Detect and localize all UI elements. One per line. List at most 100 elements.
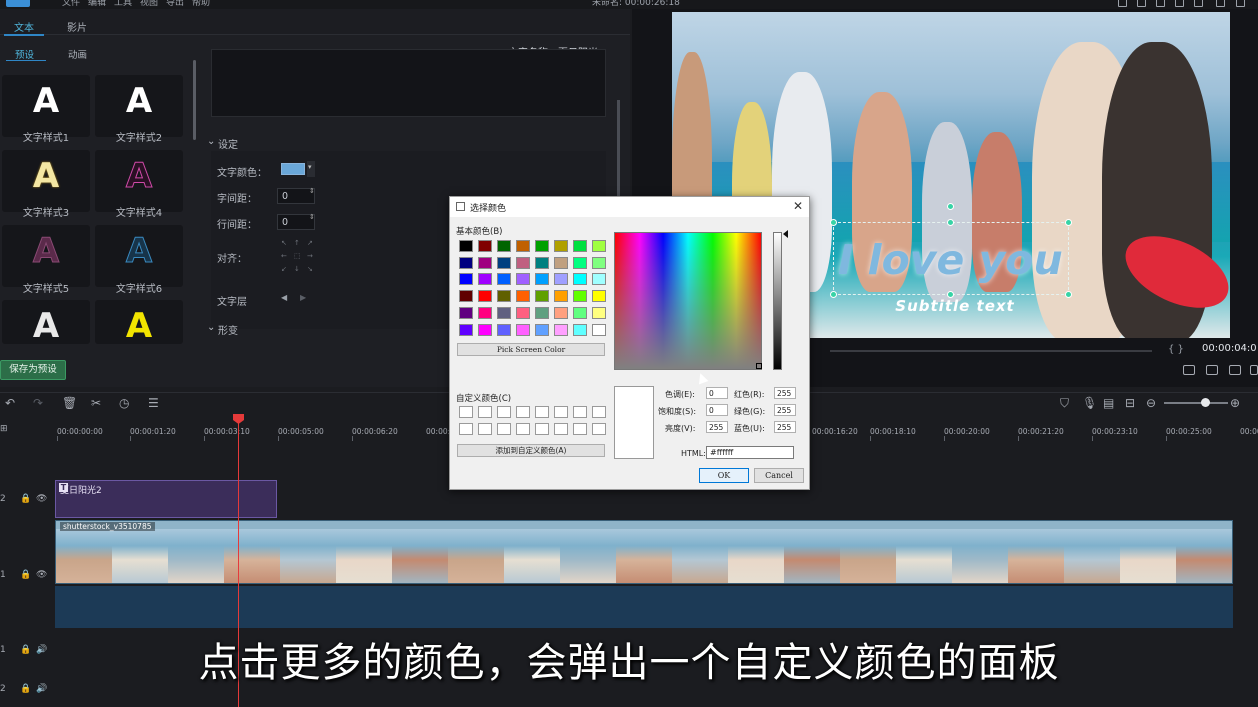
custom-color-swatch[interactable] xyxy=(535,423,549,435)
basic-color-swatch[interactable] xyxy=(535,240,549,252)
basic-color-swatch[interactable] xyxy=(573,290,587,303)
video-audio-band[interactable] xyxy=(55,586,1233,628)
custom-color-swatch[interactable] xyxy=(573,423,587,435)
delete-icon[interactable]: 🗑 xyxy=(62,396,77,410)
mark-brackets[interactable]: { } xyxy=(1168,344,1184,355)
basic-color-swatch[interactable] xyxy=(535,290,549,303)
microphone-icon[interactable]: 🎙 xyxy=(1082,396,1097,410)
basic-color-swatch[interactable] xyxy=(459,306,473,319)
menu-tools[interactable]: 工具 xyxy=(114,0,132,8)
minimize-icon[interactable] xyxy=(1216,0,1225,7)
custom-color-swatch[interactable] xyxy=(459,423,473,435)
basic-color-swatch[interactable] xyxy=(516,240,530,252)
basic-color-swatch[interactable] xyxy=(516,256,530,269)
basic-color-swatch[interactable] xyxy=(592,273,606,286)
basic-color-swatch[interactable] xyxy=(554,256,568,269)
basic-color-swatch[interactable] xyxy=(554,240,568,252)
marker-icon[interactable]: ⛉ xyxy=(1060,396,1069,411)
basic-color-swatch[interactable] xyxy=(535,306,549,319)
basic-color-swatch[interactable] xyxy=(554,290,568,303)
hue-input[interactable]: 0 xyxy=(706,387,728,399)
resize-handle[interactable] xyxy=(830,291,837,298)
custom-color-swatch[interactable] xyxy=(554,423,568,435)
custom-color-swatch[interactable] xyxy=(592,423,606,435)
style-card-2[interactable]: A xyxy=(95,75,183,137)
basic-color-swatch[interactable] xyxy=(535,256,549,269)
basic-color-swatch[interactable] xyxy=(497,240,511,252)
basic-color-swatch[interactable] xyxy=(497,256,511,269)
basic-color-swatch[interactable] xyxy=(497,306,511,319)
fit-icon[interactable]: ⊟ xyxy=(1125,396,1135,410)
menu-edit[interactable]: 编辑 xyxy=(88,0,106,8)
menu-view[interactable]: 视图 xyxy=(140,0,158,8)
basic-color-swatch[interactable] xyxy=(459,273,473,286)
align-arrow-icon[interactable]: ↗ xyxy=(307,239,313,247)
style-card-4[interactable]: A xyxy=(95,150,183,212)
video-clip[interactable]: shutterstock_v3510785 xyxy=(55,520,1233,584)
close-window-icon[interactable] xyxy=(1236,0,1245,7)
custom-color-swatch[interactable] xyxy=(554,406,568,418)
zoom-slider-thumb[interactable] xyxy=(1201,398,1210,407)
custom-color-swatch[interactable] xyxy=(478,406,492,418)
resize-handle[interactable] xyxy=(830,219,837,226)
style-card-5[interactable]: A xyxy=(2,225,90,287)
custom-color-swatch[interactable] xyxy=(497,406,511,418)
stepper-icon[interactable]: ⇕ xyxy=(309,187,315,195)
zoom-out-icon[interactable]: ⊖ xyxy=(1146,396,1156,410)
save-preset-button[interactable]: 保存为预设 xyxy=(0,360,66,380)
color-spectrum[interactable] xyxy=(614,232,762,370)
resize-handle[interactable] xyxy=(1065,291,1072,298)
eye-icon[interactable]: 👁 xyxy=(36,570,47,580)
tab-movie[interactable]: 影片 xyxy=(67,19,87,34)
stepper-icon[interactable]: ⇕ xyxy=(309,213,315,221)
align-arrow-icon[interactable]: ↑ xyxy=(294,239,300,247)
cut-icon[interactable]: ✂ xyxy=(91,396,101,410)
dialog-titlebar[interactable]: 选择颜色 ✕ xyxy=(450,197,809,217)
basic-color-swatch[interactable] xyxy=(554,323,568,336)
zoom-in-icon[interactable]: ⊕ xyxy=(1230,396,1240,410)
ok-button[interactable]: OK xyxy=(699,468,749,483)
zoom-slider[interactable] xyxy=(1164,402,1228,404)
basic-color-swatch[interactable] xyxy=(592,256,606,269)
basic-color-swatch[interactable] xyxy=(516,290,530,303)
custom-color-swatch[interactable] xyxy=(459,406,473,418)
undo-icon[interactable]: ↶ xyxy=(5,396,15,410)
account-icon[interactable] xyxy=(1118,0,1127,7)
color-dropdown-button[interactable]: ▾ xyxy=(307,161,315,177)
align-arrow-icon[interactable]: ↓ xyxy=(294,265,300,273)
luminance-arrow[interactable] xyxy=(783,230,788,238)
basic-color-swatch[interactable] xyxy=(573,256,587,269)
basic-color-swatch[interactable] xyxy=(459,323,473,336)
text-clip[interactable]: 夏日阳光2 T xyxy=(55,480,277,518)
cart-icon[interactable] xyxy=(1137,0,1146,7)
custom-color-swatch[interactable] xyxy=(516,423,530,435)
headline-text[interactable]: I love you xyxy=(838,236,1068,284)
basic-color-swatch[interactable] xyxy=(573,273,587,286)
red-input[interactable]: 255 xyxy=(774,387,796,399)
basic-color-swatch[interactable] xyxy=(478,256,492,269)
subtab-animation[interactable]: 动画 xyxy=(68,47,87,61)
basic-color-swatch[interactable] xyxy=(516,323,530,336)
style-card-3[interactable]: A xyxy=(2,150,90,212)
gift-icon[interactable] xyxy=(1156,0,1165,7)
close-icon[interactable]: ✕ xyxy=(793,199,803,213)
align-arrow-icon[interactable]: ↖ xyxy=(281,239,287,247)
basic-color-swatch[interactable] xyxy=(497,290,511,303)
basic-color-swatch[interactable] xyxy=(554,306,568,319)
display-icon[interactable] xyxy=(1183,365,1195,375)
spectrum-crosshair[interactable] xyxy=(756,363,762,369)
lock-icon[interactable]: 🔒 xyxy=(20,494,31,504)
custom-color-swatch[interactable] xyxy=(573,406,587,418)
basic-color-swatch[interactable] xyxy=(497,323,511,336)
basic-color-swatch[interactable] xyxy=(478,290,492,303)
preview-progress-bar[interactable] xyxy=(830,350,1152,352)
align-arrow-icon[interactable]: ↙ xyxy=(281,265,287,273)
basic-color-swatch[interactable] xyxy=(592,240,606,252)
menu-file[interactable]: 文件 xyxy=(62,0,80,8)
message-icon[interactable] xyxy=(1175,0,1184,7)
basic-color-swatch[interactable] xyxy=(535,273,549,286)
blue-input[interactable]: 255 xyxy=(774,421,796,433)
html-input[interactable]: #ffffff xyxy=(706,446,794,459)
subtab-preset[interactable]: 预设 xyxy=(15,47,34,61)
basic-color-swatch[interactable] xyxy=(573,240,587,252)
